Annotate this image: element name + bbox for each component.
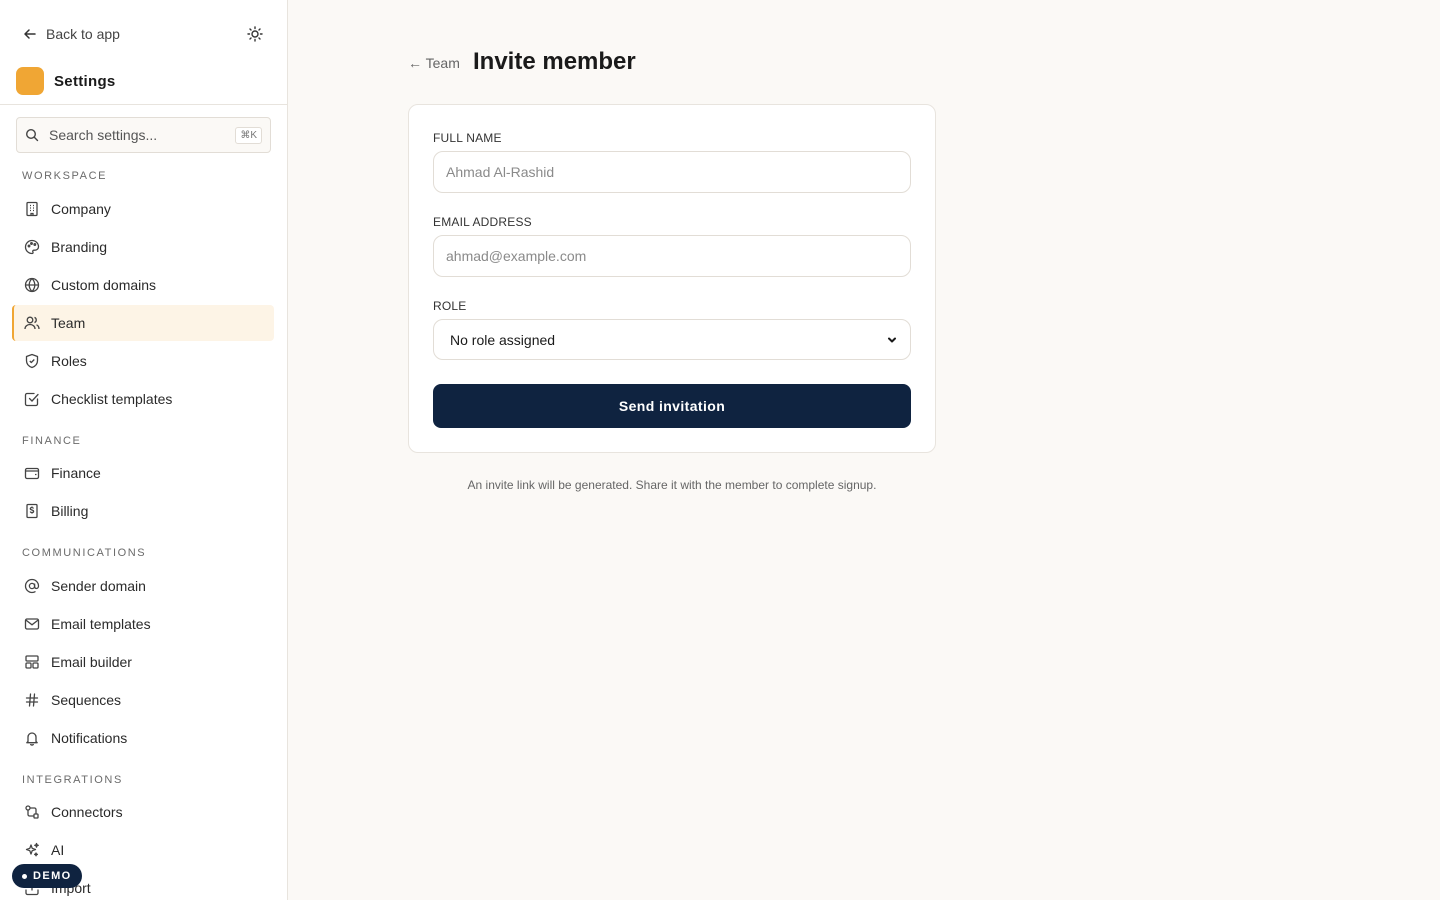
sidebar-brand: Settings [16, 67, 116, 95]
sidebar-item-team[interactable]: Team [12, 305, 274, 341]
bell-icon [26, 732, 38, 746]
invite-hint-text: An invite link will be generated. Share … [467, 478, 877, 492]
sidebar-item-branding[interactable]: Branding [12, 229, 274, 265]
search-shortcut-badge: ⌘K [235, 126, 262, 144]
arrow-left-icon [24, 29, 36, 39]
search-input[interactable] [49, 127, 236, 143]
settings-search[interactable]: ⌘K [16, 117, 271, 153]
sidebar-item-label: Email builder [51, 654, 132, 670]
sidebar-item-label: Billing [51, 503, 89, 519]
brand-logo [16, 67, 44, 95]
sidebar-item-sender-domain[interactable]: Sender domain [12, 568, 274, 604]
wallet-icon [24, 467, 40, 480]
settings-sidebar: Back to app Settings ⌘K WORKSPACE Compan… [0, 0, 288, 900]
sidebar-item-email-templates[interactable]: Email templates [12, 606, 274, 642]
sidebar-item-notifications[interactable]: Notifications [12, 720, 274, 756]
users-icon [24, 316, 40, 330]
brand-divider [0, 104, 287, 105]
sidebar-item-roles[interactable]: Roles [12, 343, 274, 379]
sidebar-item-label: Branding [51, 239, 108, 255]
main-content: ← Team Invite member FULL NAME EMAIL ADD… [289, 0, 1440, 900]
sidebar-item-label: Sender domain [51, 578, 146, 594]
page-title: Invite member [473, 48, 636, 75]
full-name-label: FULL NAME [433, 131, 502, 145]
demo-dot-icon [22, 873, 27, 879]
sidebar-item-label: Custom domains [51, 277, 157, 293]
brand-title: Settings [54, 72, 116, 90]
demo-badge-label: DEMO [33, 870, 72, 882]
breadcrumb-team-link[interactable]: ← Team [408, 55, 460, 71]
sidebar-item-label: AI [51, 842, 65, 858]
invite-member-form: FULL NAME EMAIL ADDRESS ROLE No role ass… [408, 104, 936, 453]
sidebar-item-label: Sequences [51, 692, 122, 708]
sidebar-item-label: Roles [51, 353, 87, 369]
sidebar-item-ai[interactable]: AI [12, 832, 274, 868]
layout-icon [25, 655, 39, 669]
back-to-app-label: Back to app [46, 26, 120, 42]
sidebar-item-label: Checklist templates [51, 391, 173, 407]
shield-icon [25, 353, 39, 369]
role-select-value: No role assigned [450, 331, 556, 348]
section-label-communications: COMMUNICATIONS [22, 547, 147, 559]
section-label-integrations: INTEGRATIONS [22, 774, 123, 786]
sidebar-item-label: Team [51, 315, 86, 331]
sidebar-item-checklist-templates[interactable]: Checklist templates [12, 381, 274, 417]
full-name-input[interactable] [433, 151, 911, 193]
sidebar-item-company[interactable]: Company [12, 191, 274, 227]
send-invitation-button[interactable]: Send invitation [433, 384, 911, 428]
sidebar-item-label: Connectors [51, 804, 123, 820]
email-address-label: EMAIL ADDRESS [433, 215, 532, 229]
sidebar-item-connectors[interactable]: Connectors [12, 794, 274, 830]
connector-icon [25, 805, 39, 819]
sidebar-item-label: Notifications [51, 730, 128, 746]
theme-toggle-button[interactable] [244, 23, 266, 45]
sidebar-item-custom-domains[interactable]: Custom domains [12, 267, 274, 303]
receipt-icon [26, 503, 38, 519]
sparkles-icon [25, 842, 39, 857]
sidebar-item-label: Email templates [51, 616, 151, 632]
globe-icon [24, 277, 40, 293]
mail-icon [24, 618, 40, 630]
checkbox-icon [24, 392, 39, 407]
sidebar-item-label: Finance [51, 465, 101, 481]
sidebar-item-finance[interactable]: Finance [12, 455, 274, 491]
search-icon [25, 128, 39, 142]
role-label: ROLE [433, 299, 467, 313]
sidebar-top-row: Back to app [22, 22, 266, 46]
at-sign-icon [24, 578, 40, 594]
section-label-finance: FINANCE [22, 435, 82, 447]
role-select[interactable]: No role assigned [433, 319, 911, 360]
chevron-down-icon [888, 337, 896, 342]
section-label-workspace: WORKSPACE [22, 170, 108, 182]
hash-icon [25, 693, 39, 707]
sun-icon [247, 26, 263, 42]
sidebar-item-sequences[interactable]: Sequences [12, 682, 274, 718]
email-address-input[interactable] [433, 235, 911, 277]
sidebar-item-email-builder[interactable]: Email builder [12, 644, 274, 680]
sidebar-item-label: Company [51, 201, 111, 217]
building-icon [26, 201, 38, 217]
back-to-app-link[interactable]: Back to app [22, 26, 120, 42]
palette-icon [24, 239, 40, 255]
sidebar-item-billing[interactable]: Billing [12, 493, 274, 529]
demo-badge[interactable]: DEMO [12, 864, 82, 888]
